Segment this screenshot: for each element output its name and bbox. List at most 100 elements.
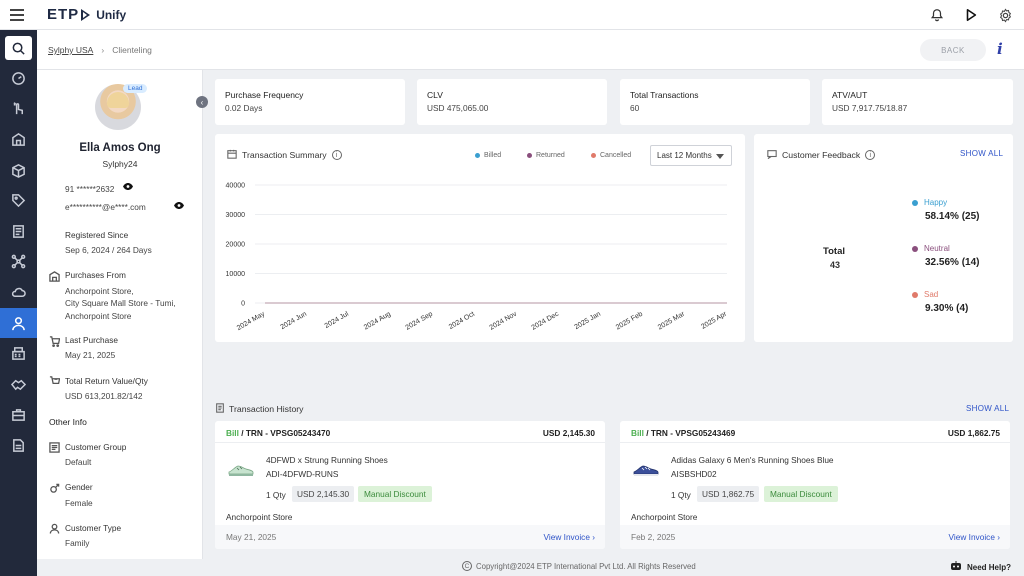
lead-badge: Lead — [123, 84, 148, 93]
kpi-label: ATV/AUT — [832, 90, 868, 100]
nav-clienteling[interactable] — [0, 307, 37, 339]
play-logo-icon — [81, 8, 91, 21]
bell-icon[interactable] — [928, 6, 946, 24]
x-tick-label: 2024 Oct — [448, 311, 476, 331]
info-icon[interactable]: i — [997, 40, 1003, 58]
return-value: USD 613,201.82/142 — [65, 391, 143, 401]
nav-cloud[interactable] — [0, 277, 37, 308]
customer-name: Ella Amos Ong — [79, 142, 161, 154]
discount-chip: Manual Discount — [358, 486, 432, 502]
legend-item-billed[interactable]: Billed — [475, 152, 501, 159]
kpi-purchase-frequency: Purchase Frequency 0.02 Days — [215, 79, 405, 125]
eye-icon[interactable] — [173, 201, 185, 213]
breadcrumb-parent[interactable]: Sylphy USA — [48, 45, 93, 55]
receipt-icon — [215, 403, 225, 415]
return-label: Total Return Value/Qty — [65, 376, 148, 386]
view-invoice-link[interactable]: View Invoice › — [544, 532, 596, 542]
transaction-amount: USD 1,862.75 — [947, 428, 1000, 438]
nav-store[interactable] — [0, 124, 37, 155]
kpi-value: USD 475,065.00 — [427, 103, 489, 113]
customer-type-value: Family — [65, 538, 90, 548]
play-icon[interactable] — [962, 6, 980, 24]
nav-search[interactable] — [5, 36, 32, 60]
feedback-value: 9.30% (4) — [925, 303, 969, 314]
x-tick-label: 2025 Feb — [615, 311, 644, 332]
x-tick-label: 2025 Jan — [574, 311, 603, 332]
customer-type-icon — [49, 523, 60, 534]
y-tick-label: 40000 — [226, 183, 246, 190]
kpi-value: 0.02 Days — [225, 103, 263, 113]
last-purchase-value: May 21, 2025 — [65, 350, 116, 360]
y-tick-label: 20000 — [226, 242, 246, 249]
kpi-value: USD 7,917.75/18.87 — [832, 103, 908, 113]
feedback-show-all-link[interactable]: SHOW ALL — [960, 149, 1003, 158]
legend-item-returned[interactable]: Returned — [527, 152, 565, 159]
logo-text: ETP — [47, 6, 80, 23]
nav-assets[interactable] — [0, 400, 37, 431]
need-help-button[interactable]: Need Help? — [949, 560, 1011, 574]
hand-pointer-icon — [13, 102, 23, 115]
customer-feedback-title: Customer Feedback — [782, 150, 861, 160]
nav-documents[interactable] — [0, 430, 37, 461]
nav-billing[interactable] — [0, 338, 37, 369]
gear-icon[interactable] — [996, 6, 1014, 24]
trn-number: / TRN - VPSG05243470 — [238, 428, 331, 438]
cloud-icon — [11, 287, 26, 297]
info-icon[interactable]: i — [865, 150, 876, 160]
info-icon[interactable]: i — [331, 150, 342, 160]
customer-username: Sylphy24 — [102, 159, 138, 169]
x-tick-label: 2025 Apr — [700, 310, 728, 330]
back-button[interactable]: BACK — [920, 39, 986, 61]
nav-reports[interactable] — [0, 216, 37, 247]
x-tick-label: 2024 Aug — [363, 311, 392, 332]
chevron-down-icon — [716, 154, 724, 159]
breadcrumb-current: Clienteling — [112, 45, 152, 55]
breadcrumb-bar: Sylphy USA › Clienteling BACK i — [37, 30, 1024, 70]
store-name: Anchorpoint Store — [631, 512, 698, 522]
breadcrumb: Sylphy USA › Clienteling — [48, 45, 152, 55]
gender-label: Gender — [65, 482, 93, 492]
feedback-value: 58.14% (25) — [925, 211, 980, 222]
period-select[interactable]: Last 12 Months — [650, 145, 732, 166]
purchases-from-label: Purchases From — [65, 270, 126, 280]
menu-icon[interactable] — [10, 9, 24, 21]
purchases-from-line-3: Anchorpoint Store — [65, 311, 132, 321]
feedback-item-neutral: Neutral 32.56% (14) — [912, 244, 979, 268]
app-logo[interactable]: ETP Unify — [47, 6, 126, 23]
chat-icon — [767, 149, 777, 161]
kpi-atv-aut: ATV/AUT USD 7,917.75/18.87 — [822, 79, 1013, 125]
nav-dashboard[interactable] — [0, 63, 37, 94]
divider — [620, 442, 1010, 443]
nav-touch[interactable] — [0, 94, 37, 125]
product-name: 4DFWD x Strung Running Shoes — [266, 455, 388, 465]
view-invoice-link[interactable]: View Invoice › — [949, 532, 1001, 542]
legend-dot — [591, 153, 596, 158]
nav-network[interactable] — [0, 247, 37, 278]
last-purchase-label: Last Purchase — [65, 335, 119, 345]
transaction-amount: USD 2,145.30 — [542, 428, 595, 438]
bill-label: Bill — [226, 428, 239, 438]
nav-inventory[interactable] — [0, 155, 37, 186]
x-tick-label: 2024 Jul — [324, 310, 351, 330]
trn-number: / TRN - VPSG05243469 — [643, 428, 736, 438]
transaction-card[interactable]: Bill / TRN - VPSG05243470 USD 2,145.30 4… — [215, 421, 605, 549]
kpi-total-transactions: Total Transactions 60 — [620, 79, 810, 125]
gender-value: Female — [65, 498, 93, 508]
feedback-total-value: 43 — [830, 260, 841, 270]
collapse-panel-button[interactable]: ‹ — [196, 96, 208, 108]
history-show-all-link[interactable]: SHOW ALL — [966, 404, 1009, 413]
eye-icon[interactable] — [122, 182, 134, 194]
transaction-footer: May 21, 2025 View Invoice › — [215, 525, 605, 549]
transaction-date: Feb 2, 2025 — [631, 532, 676, 542]
transaction-card[interactable]: Bill / TRN - VPSG05243469 USD 1,862.75 A… — [620, 421, 1010, 549]
product-qty: 1 Qty — [671, 490, 691, 500]
feedback-name: Happy — [924, 198, 948, 207]
y-tick-label: 0 — [241, 301, 245, 308]
nav-pricing[interactable] — [0, 185, 37, 216]
nav-deals[interactable] — [0, 369, 37, 400]
store-name: Anchorpoint Store — [226, 512, 293, 522]
product-image — [633, 461, 659, 477]
handshake-icon — [11, 379, 26, 391]
box-icon — [12, 163, 25, 178]
legend-item-cancelled[interactable]: Cancelled — [591, 152, 631, 159]
